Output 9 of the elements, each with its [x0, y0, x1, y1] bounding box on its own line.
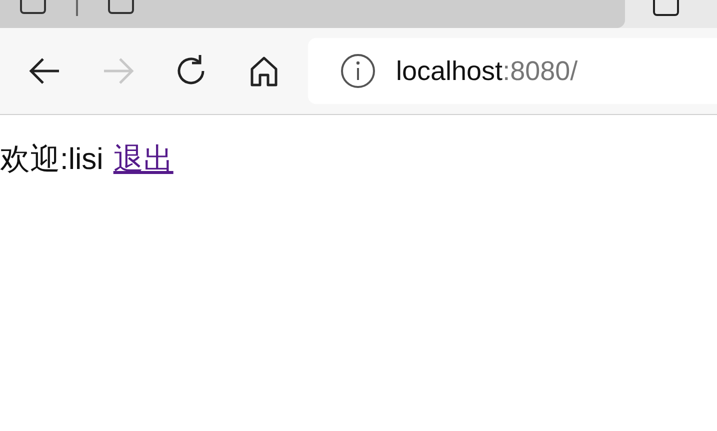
- welcome-text: 欢迎:lisi: [0, 142, 104, 178]
- tab-actions-icon[interactable]: [20, 0, 46, 14]
- address-bar[interactable]: localhost:8080/: [308, 38, 717, 104]
- logout-link[interactable]: 退出: [113, 139, 174, 180]
- url-port-path: :8080/: [502, 56, 578, 86]
- url-host: localhost: [396, 56, 503, 86]
- page-icon: [653, 0, 679, 16]
- info-icon[interactable]: [340, 53, 376, 89]
- page-icon: [108, 0, 134, 14]
